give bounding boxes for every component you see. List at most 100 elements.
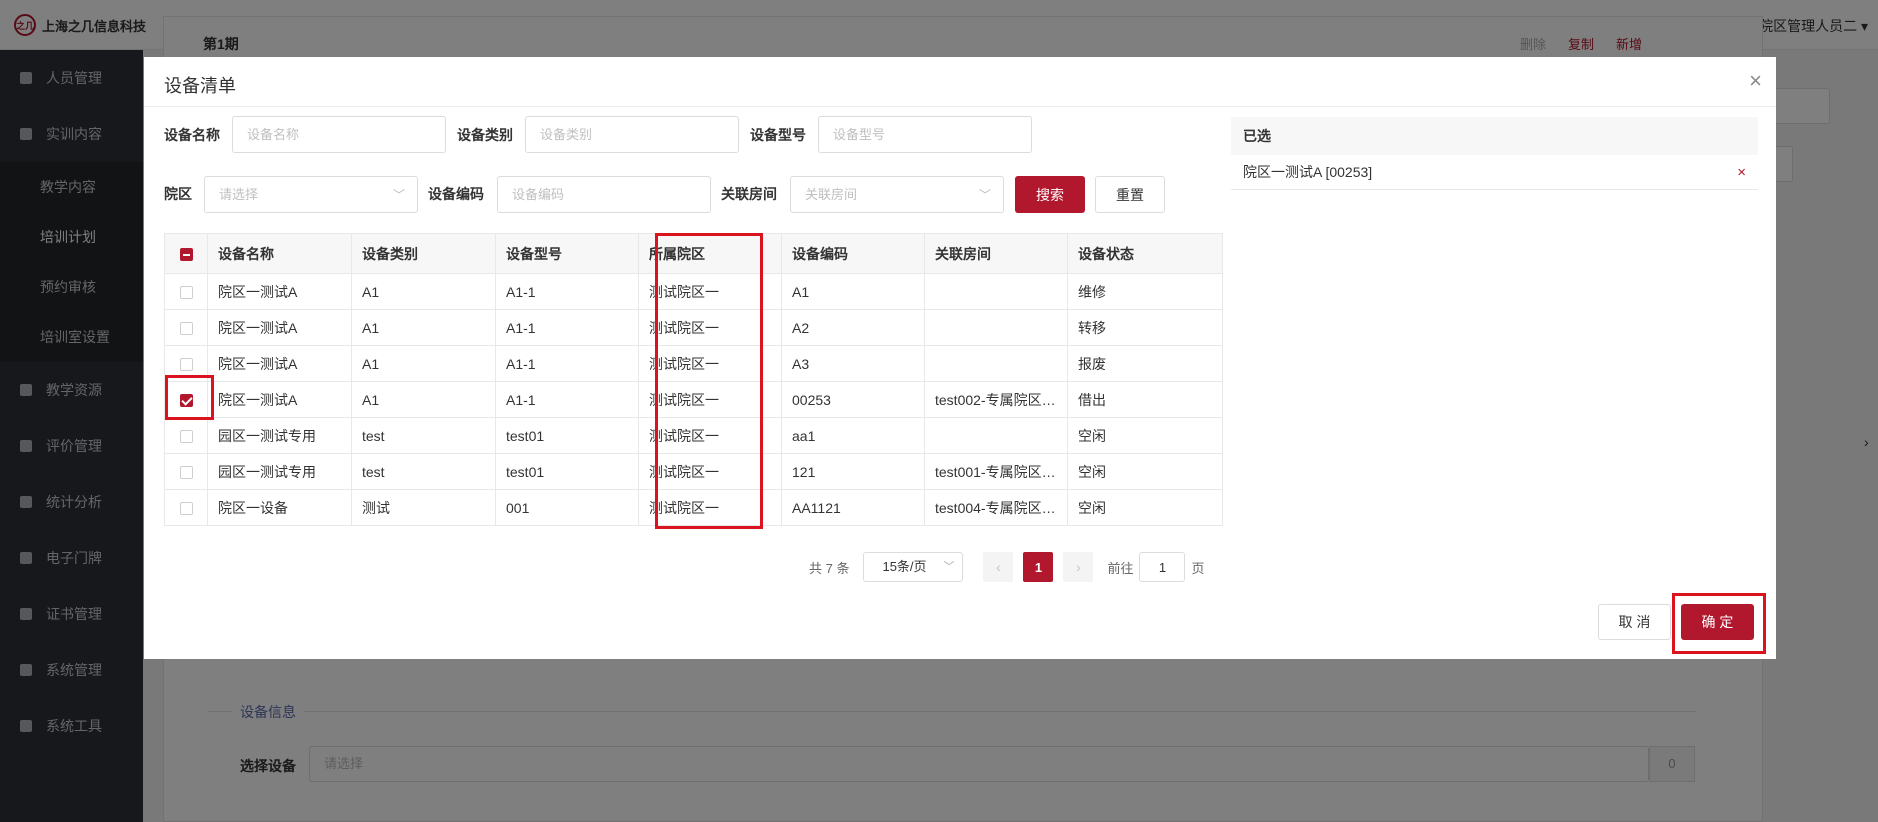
select-all-checkbox[interactable] (179, 248, 193, 262)
row-checkbox[interactable] (179, 394, 193, 408)
chevron-down-icon: ﹀ (392, 188, 405, 202)
table-row[interactable]: 院区一测试A A1 A1-1 测试院区一 A1 维修 (164, 273, 1223, 310)
device-model-input[interactable] (818, 116, 1032, 153)
table-row[interactable]: 院区一设备 测试 001 测试院区一 AA1121 test004-专属院区… 空闲 (164, 489, 1223, 526)
cell-device-category: 测试 (351, 489, 496, 526)
linked-room-select[interactable]: 关联房间 ﹀ (790, 176, 1004, 213)
campus-select[interactable]: 请选择 ﹀ (204, 176, 418, 213)
linked-room-select-value: 关联房间 (805, 187, 858, 202)
search-button[interactable]: 搜索 (1015, 176, 1085, 213)
cell-campus: 测试院区一 (638, 381, 782, 418)
cell-device-name: 院区一测试A (207, 345, 352, 382)
column-header-device-name: 设备名称 (207, 233, 352, 274)
linked-room-label: 关联房间 (721, 186, 777, 202)
cell-device-status: 空闲 (1067, 453, 1223, 490)
column-header-device-category: 设备类别 (351, 233, 496, 274)
table-row[interactable]: 院区一测试A A1 A1-1 测试院区一 A3 报废 (164, 345, 1223, 382)
cell-device-model: 001 (495, 489, 639, 526)
goto-unit: 页 (1191, 560, 1205, 576)
close-icon[interactable]: × (1749, 70, 1762, 92)
cell-device-name: 院区一测试A (207, 273, 352, 310)
device-name-label: 设备名称 (164, 127, 220, 143)
device-list-dialog: 设备清单 × 设备名称 设备类别 设备型号 院区 请选择 ﹀ 设备编码 关联房间… (144, 57, 1776, 659)
table-row[interactable]: 院区一测试A A1 A1-1 测试院区一 00253 test002-专属院区… 借出 (164, 381, 1223, 418)
cell-device-category: test (351, 453, 496, 490)
cell-device-model: A1-1 (495, 273, 639, 310)
table-row[interactable]: 院区一测试A A1 A1-1 测试院区一 A2 转移 (164, 309, 1223, 346)
cell-device-code: A1 (781, 273, 925, 310)
row-checkbox[interactable] (179, 502, 193, 516)
cell-linked-room (924, 417, 1068, 454)
page-size-value: 15条/页 (882, 559, 927, 574)
cell-device-category: A1 (351, 345, 496, 382)
page-size-select[interactable]: 15条/页 ﹀ (863, 552, 964, 582)
device-code-input[interactable] (497, 176, 711, 213)
cell-device-model: test01 (495, 453, 639, 490)
cell-linked-room (924, 273, 1068, 310)
selected-panel-title: 已选 (1231, 117, 1758, 155)
goto-page-input[interactable] (1139, 552, 1186, 582)
reset-button[interactable]: 重置 (1095, 176, 1165, 213)
table-row[interactable]: 园区一测试专用 test test01 测试院区一 121 test001-专属院区… 空闲 (164, 453, 1223, 490)
column-header-linked-room: 关联房间 (924, 233, 1068, 274)
table-row[interactable]: 园区一测试专用 test test01 测试院区一 aa1 空闲 (164, 417, 1223, 454)
cell-campus: 测试院区一 (638, 273, 782, 310)
row-checkbox[interactable] (179, 358, 193, 372)
row-checkbox[interactable] (179, 286, 193, 300)
prev-page-button[interactable]: ‹ (983, 552, 1014, 582)
dialog-header: 设备清单 × (144, 57, 1776, 107)
cell-device-code: A2 (781, 309, 925, 346)
cell-device-status: 报废 (1067, 345, 1223, 382)
total-count: 共 7 条 (809, 560, 850, 576)
row-select-cell (164, 417, 208, 454)
cell-device-name: 院区一测试A (207, 309, 352, 346)
cancel-button[interactable]: 取 消 (1598, 604, 1671, 640)
cell-linked-room: test002-专属院区… (924, 381, 1068, 418)
cell-linked-room: test004-专属院区… (924, 489, 1068, 526)
cell-device-code: AA1121 (781, 489, 925, 526)
column-header-device-code: 设备编码 (781, 233, 925, 274)
cell-device-status: 维修 (1067, 273, 1223, 310)
selected-item: 院区一测试A [00253] × (1231, 155, 1758, 190)
cell-device-model: test01 (495, 417, 639, 454)
cell-campus: 测试院区一 (638, 453, 782, 490)
device-category-input[interactable] (525, 116, 739, 153)
row-select-cell (164, 309, 208, 346)
cell-device-name: 院区一设备 (207, 489, 352, 526)
pagination: 共 7 条 15条/页 ﹀ ‹ 1 › 前往 页 (809, 552, 1205, 582)
row-select-cell (164, 381, 208, 418)
cell-device-model: A1-1 (495, 345, 639, 382)
cell-device-status: 空闲 (1067, 417, 1223, 454)
device-category-label: 设备类别 (457, 127, 513, 143)
chevron-down-icon: ﹀ (978, 188, 991, 202)
cell-device-code: A3 (781, 345, 925, 382)
cell-device-category: A1 (351, 309, 496, 346)
cell-device-model: A1-1 (495, 309, 639, 346)
cell-campus: 测试院区一 (638, 417, 782, 454)
cell-device-name: 园区一测试专用 (207, 453, 352, 490)
cell-device-status: 转移 (1067, 309, 1223, 346)
cell-device-status: 借出 (1067, 381, 1223, 418)
device-name-input[interactable] (232, 116, 446, 153)
cell-device-name: 院区一测试A (207, 381, 352, 418)
row-select-cell (164, 273, 208, 310)
next-page-button[interactable]: › (1063, 552, 1094, 582)
cell-device-category: A1 (351, 273, 496, 310)
table-header-row: 设备名称 设备类别 设备型号 所属院区 设备编码 关联房间 设备状态 (164, 233, 1223, 274)
column-header-campus: 所属院区 (638, 233, 782, 274)
row-checkbox[interactable] (179, 430, 193, 444)
select-all-cell (164, 233, 208, 274)
remove-icon[interactable]: × (1737, 155, 1746, 190)
row-select-cell (164, 489, 208, 526)
cell-campus: 测试院区一 (638, 309, 782, 346)
column-header-device-model: 设备型号 (495, 233, 639, 274)
campus-select-value: 请选择 (219, 187, 259, 202)
row-checkbox[interactable] (179, 322, 193, 336)
confirm-button[interactable]: 确 定 (1681, 604, 1754, 640)
cell-device-name: 园区一测试专用 (207, 417, 352, 454)
cell-campus: 测试院区一 (638, 345, 782, 382)
cell-campus: 测试院区一 (638, 489, 782, 526)
row-checkbox[interactable] (179, 466, 193, 480)
page-number-current[interactable]: 1 (1023, 552, 1054, 582)
column-header-device-status: 设备状态 (1067, 233, 1223, 274)
